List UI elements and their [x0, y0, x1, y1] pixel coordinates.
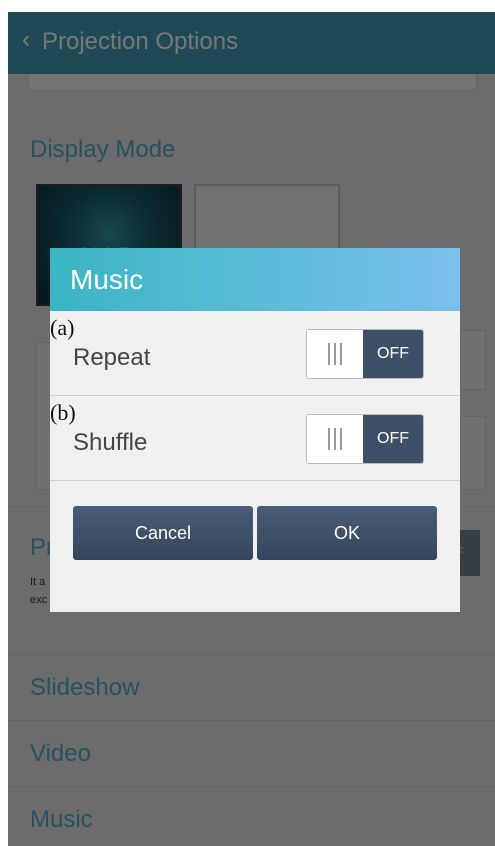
dialog-title: Music	[70, 264, 144, 295]
shuffle-toggle[interactable]: OFF	[306, 414, 424, 464]
annotation-mark-a: (a)	[50, 315, 75, 340]
toggle-state: OFF	[363, 330, 423, 378]
shuffle-row: (b) Shuffle OFF	[50, 396, 460, 480]
shuffle-label: Shuffle	[73, 429, 148, 456]
row-divider	[50, 480, 460, 481]
annotation-mark-b: (b)	[50, 400, 76, 425]
ok-button[interactable]: OK	[257, 506, 437, 560]
repeat-toggle[interactable]: OFF	[306, 329, 424, 379]
grip-icon	[328, 343, 342, 365]
cancel-button[interactable]: Cancel	[73, 506, 253, 560]
repeat-row: (a) Repeat OFF	[50, 311, 460, 395]
dialog-header: Music	[50, 248, 460, 311]
music-dialog: Music (a) Repeat OFF (b) Shuffle OFF Can…	[50, 248, 460, 612]
toggle-knob	[307, 415, 363, 463]
toggle-knob	[307, 330, 363, 378]
grip-icon	[328, 428, 342, 450]
toggle-state: OFF	[363, 415, 423, 463]
repeat-label: Repeat	[73, 344, 151, 371]
